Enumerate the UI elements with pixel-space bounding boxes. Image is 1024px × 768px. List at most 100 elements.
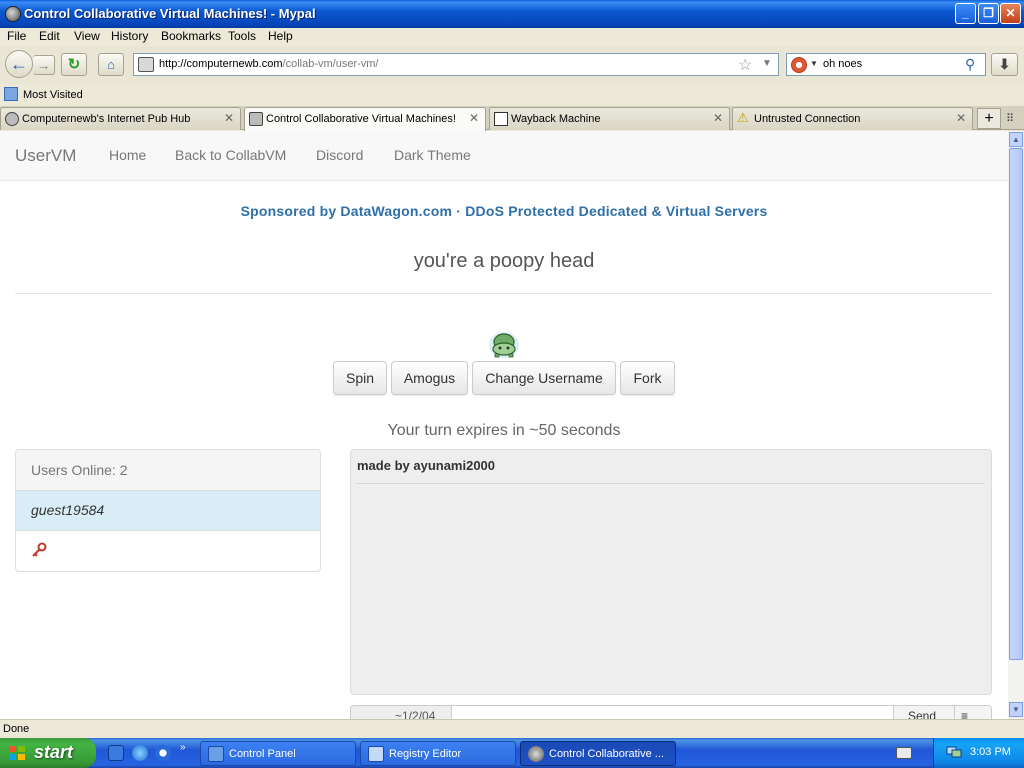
tab-label: Computernewb's Internet Pub Hub [22,113,191,125]
tab-label: Untrusted Connection [754,113,861,125]
reload-button[interactable]: ↻ [61,53,87,76]
tab-close-icon[interactable]: ✕ [956,111,966,125]
clock[interactable]: 3:03 PM [970,746,1011,758]
taskbar-item-collabvm[interactable]: Control Collaborative ... [520,741,676,766]
nav-link-dark-theme[interactable]: Dark Theme [394,147,471,163]
amogus-button[interactable]: Amogus [391,361,468,395]
taskbar-item-label: Control Panel [229,748,296,760]
site-navbar: UserVM Home Back to CollabVM Discord Dar… [0,131,1008,181]
tab-wayback-machine[interactable]: Wayback Machine ✕ [489,107,730,130]
nav-link-home[interactable]: Home [109,147,146,163]
chat-panel: made by ayunami2000 [350,449,992,695]
divider [15,293,992,294]
engine-dropdown-icon[interactable]: ▼ [810,59,818,68]
taskbar-item-registry-editor[interactable]: Registry Editor [360,741,516,766]
tab-list-icon[interactable]: ⠿ [1006,112,1014,125]
forward-button[interactable]: → [33,55,55,75]
new-tab-button[interactable]: + [977,108,1001,129]
tab-computernewb-hub[interactable]: Computernewb's Internet Pub Hub ✕ [0,107,241,130]
media-player-icon[interactable] [155,745,171,761]
download-arrow-icon: ⬇ [998,56,1011,72]
taskbar-item-label: Control Collaborative ... [549,748,664,760]
tab-label: Wayback Machine [511,113,601,125]
quicklaunch-expand-icon[interactable]: » [180,742,186,753]
close-window-button[interactable]: ✕ [1000,3,1021,24]
chat-send-button[interactable]: Send [894,706,954,719]
sponsor-link[interactable]: Sponsored by DataWagon.com · DDoS Protec… [0,203,1008,219]
control-panel-icon [208,746,224,762]
scroll-up-icon[interactable]: ▲ [1009,132,1023,147]
spin-button[interactable]: Spin [333,361,387,395]
search-input[interactable]: oh noes [823,58,862,70]
search-bar[interactable]: ▼ oh noes ⚲ [786,53,986,76]
user-list-item[interactable]: guest19584 [16,491,320,531]
search-icon[interactable]: ⚲ [965,56,975,73]
computernewb-favicon [5,112,19,126]
menu-view[interactable]: View [74,29,100,43]
bookmark-star-icon[interactable]: ☆ [738,55,752,75]
downloads-button[interactable]: ⬇ [991,53,1018,76]
menu-tools[interactable]: Tools [228,29,256,43]
status-text: Done [3,723,30,735]
windows-taskbar: start » Control Panel Registry Editor Co… [0,738,1024,768]
menu-edit[interactable]: Edit [39,29,60,43]
plus-icon: + [984,110,994,127]
navigation-toolbar: ← → ↻ ⌂ http://computernewb.com/collab-v… [0,46,1024,84]
forward-arrow-icon: → [36,57,51,73]
scroll-thumb[interactable] [1009,148,1023,660]
collabvm-favicon [249,112,263,126]
tab-close-icon[interactable]: ✕ [713,111,723,125]
minimize-button[interactable]: _ [955,3,976,24]
fork-button[interactable]: Fork [620,361,675,395]
search-engine-icon[interactable] [791,57,807,73]
site-identity-icon[interactable] [138,57,154,72]
key-row [16,531,320,571]
tab-close-icon[interactable]: ✕ [224,111,234,125]
taskbar-item-control-panel[interactable]: Control Panel [200,741,356,766]
window-title: Control Collaborative Virtual Machines! … [24,6,316,21]
chat-message: made by ayunami2000 [357,458,496,473]
page-viewport: UserVM Home Back to CollabVM Discord Dar… [0,131,1008,719]
wayback-favicon [494,112,508,126]
internet-explorer-icon[interactable] [132,745,148,761]
menu-help[interactable]: Help [268,29,293,43]
warning-icon: ⚠ [737,110,749,125]
tab-label: Control Collaborative Virtual Machines! [266,113,456,125]
users-online-heading: Users Online: 2 [16,450,320,491]
network-icon[interactable] [946,745,962,759]
change-username-button[interactable]: Change Username [472,361,616,395]
most-visited-bookmark[interactable]: Most Visited [23,89,83,101]
keyboard-layout-icon[interactable] [896,747,912,759]
window-titlebar[interactable]: Control Collaborative Virtual Machines! … [0,0,1024,28]
nav-link-back-to-collabvm[interactable]: Back to CollabVM [175,147,286,163]
turn-timer-text: Your turn expires in ~50 seconds [387,422,621,439]
site-brand[interactable]: UserVM [15,146,76,166]
chat-input[interactable] [451,706,894,719]
menu-bookmarks[interactable]: Bookmarks [161,29,221,43]
url-text[interactable]: http://computernewb.com/collab-vm/user-v… [159,58,378,70]
start-button[interactable]: start [0,738,96,768]
nav-link-discord[interactable]: Discord [316,147,363,163]
tab-collabvm[interactable]: Control Collaborative Virtual Machines! … [244,107,486,131]
tab-close-icon[interactable]: ✕ [469,111,479,125]
tab-strip: Computernewb's Internet Pub Hub ✕ Contro… [0,106,1024,131]
turtle-mascot-icon [489,332,519,358]
chat-input-group: ~1/2/04 Send ≡ [350,705,992,719]
home-button[interactable]: ⌂ [98,53,124,76]
scroll-down-icon[interactable]: ▼ [1009,702,1023,717]
restore-button[interactable]: ❐ [978,3,999,24]
url-bar[interactable]: http://computernewb.com/collab-vm/user-v… [133,53,779,76]
bookmarks-toolbar: Most Visited [0,84,1024,106]
users-online-panel: Users Online: 2 guest19584 [15,449,321,572]
start-label: start [34,742,74,762]
menu-file[interactable]: File [7,29,26,43]
menu-history[interactable]: History [111,29,148,43]
tab-untrusted-connection[interactable]: ⚠ Untrusted Connection ✕ [732,107,973,130]
key-icon[interactable] [31,542,47,558]
back-button[interactable]: ← [5,50,33,78]
system-tray: 3:03 PM [933,738,1024,768]
show-desktop-icon[interactable] [108,745,124,761]
chat-menu-button[interactable]: ≡ [954,706,991,719]
page-scrollbar[interactable]: ▲ ▼ [1008,131,1024,719]
url-dropdown-icon[interactable]: ▼ [762,58,772,69]
